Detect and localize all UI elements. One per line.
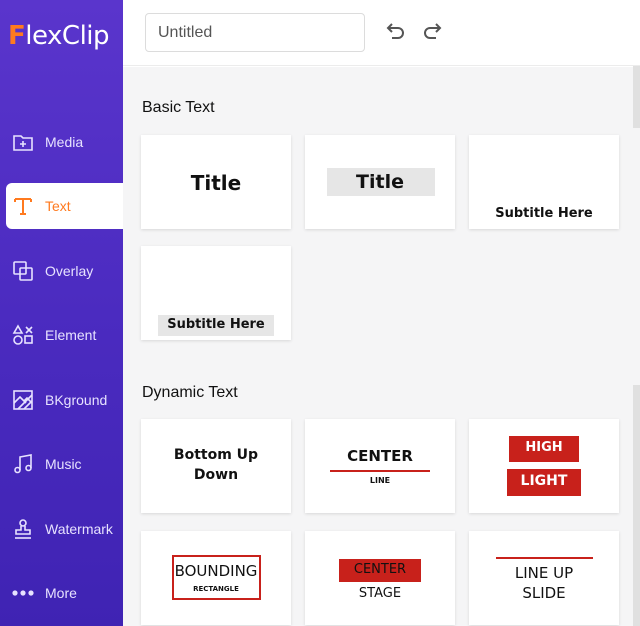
text-template-high-light[interactable]: HIGH LIGHT [469,419,619,513]
text-t-icon [12,195,34,217]
sidebar-item-media[interactable]: Media [0,119,123,165]
logo-letter: F [8,21,26,51]
watermark-stamp-icon [12,518,34,540]
sidebar-item-more[interactable]: More [0,570,123,616]
overlay-icon [12,260,34,282]
template-text-sub: RECTANGLE [193,585,239,593]
sidebar-item-label: Watermark [45,521,113,537]
text-template-title-boxed[interactable]: Title [305,135,455,229]
redo-button[interactable] [420,20,446,46]
music-note-icon [12,453,34,475]
text-templates-panel: Basic Text Title Title Subtitle Here Sub… [123,67,633,626]
text-template-subtitle[interactable]: Subtitle Here [469,135,619,229]
redo-icon [422,20,444,47]
element-shapes-icon [12,324,34,346]
flexclip-logo[interactable]: FlexClip [8,18,110,54]
template-text: Title [190,171,242,195]
scrollbar-segment[interactable] [633,66,640,128]
text-template-center-line[interactable]: CENTER LINE [305,419,455,513]
sidebar-item-watermark[interactable]: Watermark [0,506,123,552]
project-title-input[interactable] [145,13,365,52]
undo-icon [384,20,406,47]
template-text-main: BOUNDING [174,562,258,580]
sidebar-item-label: Overlay [45,263,94,279]
template-text-top: HIGH [525,440,563,455]
template-text-main: CENTER [347,447,413,465]
sidebar-item-label: Music [45,456,82,472]
template-text-top: CENTER [353,562,407,577]
template-text-sub: LINE [369,476,391,485]
background-icon [12,389,34,411]
text-template-center-stage[interactable]: CENTER STAGE [305,531,455,625]
sidebar-item-label: BKground [45,392,108,408]
media-folder-icon [12,131,34,153]
scrollbar-thumb[interactable] [633,385,640,626]
text-template-line-up-slide[interactable]: LINE UP SLIDE [469,531,619,625]
more-dots-icon [12,582,34,604]
red-top-line [496,557,593,559]
template-text-bottom: LIGHT [520,473,568,489]
sidebar-item-label: Element [45,327,97,343]
red-divider-line [330,470,430,472]
text-template-bounding-rectangle[interactable]: BOUNDING RECTANGLE [141,531,291,625]
undo-button[interactable] [382,20,408,46]
sidebar-item-label: More [45,585,77,601]
sidebar-item-overlay[interactable]: Overlay [0,248,123,294]
top-toolbar [123,0,640,66]
template-text: Subtitle Here [167,317,265,332]
logo-text: lexClip [25,21,110,51]
template-text-line2: Down [193,467,239,483]
template-text-line1: LINE UP [514,564,574,582]
text-template-title[interactable]: Title [141,135,291,229]
text-template-bottom-up-down[interactable]: Bottom Up Down [141,419,291,513]
template-text: Subtitle Here [495,206,593,221]
template-text-line1: Bottom Up [173,447,259,463]
text-template-subtitle-boxed[interactable]: Subtitle Here [141,246,291,340]
sidebar-item-bkground[interactable]: BKground [0,377,123,423]
sidebar-item-element[interactable]: Element [0,312,123,358]
section-title-basic-text: Basic Text [142,99,215,116]
template-text-line2: SLIDE [522,584,566,602]
sidebar-item-text[interactable]: Text [6,183,123,229]
section-title-dynamic-text: Dynamic Text [142,384,238,401]
sidebar-item-music[interactable]: Music [0,441,123,487]
sidebar-item-label: Media [45,134,84,150]
template-text-bottom: STAGE [358,586,402,601]
template-text: Title [356,171,404,193]
sidebar: FlexClip Media Text Overlay Element BKgr… [0,0,123,626]
sidebar-item-label: Text [45,198,71,214]
